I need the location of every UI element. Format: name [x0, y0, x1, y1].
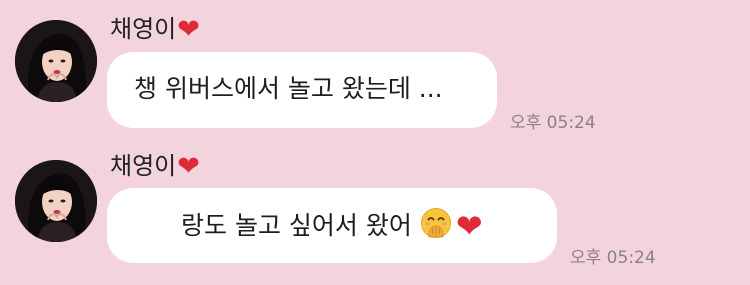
sender-name-text: 채영이: [110, 152, 177, 180]
hand-over-mouth-face-icon: [420, 207, 452, 239]
avatar[interactable]: [15, 160, 97, 242]
red-heart-icon: ❤: [177, 151, 200, 182]
sender-name-text: 채영이: [110, 15, 177, 43]
message-bubble[interactable]: 챙 위버스에서 놀고 왔는데 ...: [107, 52, 497, 128]
sender-name: 채영이❤: [110, 151, 200, 182]
message-bubble[interactable]: 랑도 놀고 싶어서 왔어 ❤: [107, 188, 557, 263]
red-heart-icon: ❤: [177, 14, 200, 45]
sender-name: 채영이❤: [110, 14, 200, 45]
message-timestamp: 오후 05:24: [510, 113, 596, 133]
chat-message: 채영이❤ 챙 위버스에서 놀고 왔는데 ... 오후 05:24: [0, 0, 750, 142]
message-text: 챙 위버스에서 놀고 왔는데 ...: [134, 74, 443, 103]
message-text: 랑도 놀고 싶어서 왔어: [181, 211, 412, 240]
red-heart-icon: ❤: [455, 207, 483, 245]
chat-message: 채영이❤ 랑도 놀고 싶어서 왔어 ❤ 오후 05:24: [0, 142, 750, 285]
avatar[interactable]: [15, 20, 97, 102]
message-timestamp: 오후 05:24: [570, 248, 656, 268]
